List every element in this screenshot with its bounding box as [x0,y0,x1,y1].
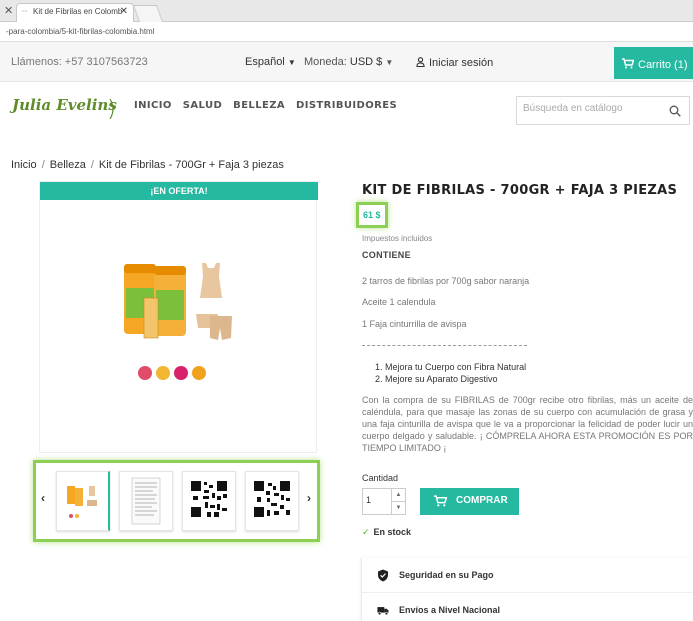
caret-down-icon: ▼ [287,58,296,67]
badge-icon [192,366,206,380]
quantity-input[interactable] [366,495,386,505]
thumbnail-carousel: ‹ › [33,460,320,542]
tab-close-icon[interactable]: ✕ [120,6,128,17]
badge-icon [138,366,152,380]
badge-icon [174,366,188,380]
address-bar[interactable]: -para-colombia/5-kit-fibrilas-colombia.h… [0,22,693,42]
login-label: Iniciar sesión [429,57,494,69]
content-item: 1 Faja cinturrilla de avispa [362,319,467,329]
content-item: Aceite 1 calendula [362,297,436,307]
quantity-label: Cantidad [362,473,399,483]
breadcrumb-item-belleza[interactable]: Belleza [50,159,86,171]
check-icon: ✓ [362,527,370,537]
new-tab-button[interactable] [132,5,164,22]
cart-icon [434,495,447,507]
language-label: Español [245,56,285,68]
quantity-stepper: ▲ ▼ [362,488,406,515]
thumbnail-qr-code[interactable] [182,471,236,531]
benefit-item: 2. Mejore su Aparato Digestivo [375,374,498,384]
benefit-item: 1. Mejora tu Cuerpo con Fibra Natural [375,362,527,372]
cart-button[interactable]: Carrito (1) [614,47,693,79]
search-input[interactable] [523,103,663,114]
thumbnail-nutrition-label[interactable] [119,471,173,531]
add-to-cart-button[interactable]: COMPRAR [420,488,519,515]
browser-tab-bar: ✕ ◦◦ Kit de Fibrilas en Colomb ✕ [0,0,693,22]
main-nav: INICIO SALUD BELLEZA DISTRIBUIDORES [134,100,397,111]
chevron-up-icon[interactable]: ▲ [391,489,405,502]
top-info-bar: Llámenos: +57 3107563723 Español ▼ Moned… [0,42,693,82]
user-icon [416,57,425,67]
product-title: KIT DE FIBRILAS - 700GR + FAJA 3 PIEZAS [362,183,678,198]
reassurance-item-shipping: Envíos a Nivel Nacional [362,593,693,621]
breadcrumb-item-current: Kit de Fibrilas - 700Gr + Faja 3 piezas [98,159,284,171]
feature-badges [138,366,206,380]
reassurance-item-security: Seguridad en su Pago [362,558,693,593]
currency-value: USD $ [349,56,383,68]
shield-icon [378,569,388,582]
reassurance-label: Envíos a Nivel Nacional [399,605,501,615]
login-link[interactable]: Iniciar sesión [416,56,493,69]
phone-number: Llámenos: +57 3107563723 [11,56,148,68]
close-icon[interactable]: ✕ [4,4,13,17]
benefits-list: 1. Mejora tu Cuerpo con Fibra Natural 2.… [375,361,526,385]
breadcrumb-item-inicio[interactable]: Inicio [11,159,37,171]
tax-note: Impuestos incluidos [362,234,433,243]
product-image-card: ¡EN OFERTA! [39,181,318,453]
search-box [516,96,690,125]
reassurance-label: Seguridad en su Pago [399,570,494,580]
thumbnail-qr-code[interactable] [245,471,299,531]
browser-tab-title: Kit de Fibrilas en Colomb [33,7,123,16]
price-highlight: 61 $ [356,202,388,228]
offer-banner: ¡EN OFERTA! [40,182,318,200]
favicon-icon: ◦◦ [22,8,27,15]
nav-item-distribuidores[interactable]: DISTRIBUIDORES [296,100,397,111]
product-photo[interactable] [122,258,232,353]
contains-heading: CONTIENE [362,250,411,260]
truck-icon [377,607,389,616]
caret-down-icon: ▼ [385,58,394,67]
site-logo[interactable]: Julia Evelins [12,96,117,126]
currency-selector[interactable]: Moneda: USD $ ▼ [304,56,393,68]
cart-label: Carrito (1) [638,59,688,71]
badge-icon [156,366,170,380]
product-price: 61 $ [363,210,381,220]
nav-item-belleza[interactable]: BELLEZA [233,100,285,111]
currency-label: Moneda: [304,56,347,68]
buy-label: COMPRAR [456,495,508,506]
thumbnail-product[interactable] [56,471,110,531]
chevron-down-icon[interactable]: ▼ [391,502,405,515]
reassurance-block: Seguridad en su Pago Envíos a Nivel Naci… [361,558,693,621]
nav-item-salud[interactable]: SALUD [183,100,222,111]
language-selector[interactable]: Español ▼ [245,56,296,68]
stock-label: En stock [373,527,412,537]
logo-text: Julia Evelins [12,96,117,114]
nav-item-inicio[interactable]: INICIO [134,100,172,111]
stock-status: ✓ En stock [362,527,411,538]
breadcrumb-separator: / [41,159,45,171]
cart-icon [622,58,634,69]
breadcrumb-separator: / [90,159,94,171]
browser-tab[interactable]: ◦◦ Kit de Fibrilas en Colomb ✕ [16,3,134,22]
url-text: -para-colombia/5-kit-fibrilas-colombia.h… [6,27,155,36]
product-description: Con la compra de su FIBRILAS de 700gr re… [362,395,693,453]
content-item: 2 tarros de fibrilas por 700g sabor nara… [362,276,530,286]
chevron-right-icon[interactable]: › [307,491,311,505]
search-icon[interactable] [669,105,681,117]
dashed-divider [362,345,527,346]
breadcrumb: Inicio / Belleza / Kit de Fibrilas - 700Gr +… [11,159,284,171]
logo-swirl-icon [109,98,114,120]
chevron-left-icon[interactable]: ‹ [41,491,45,505]
